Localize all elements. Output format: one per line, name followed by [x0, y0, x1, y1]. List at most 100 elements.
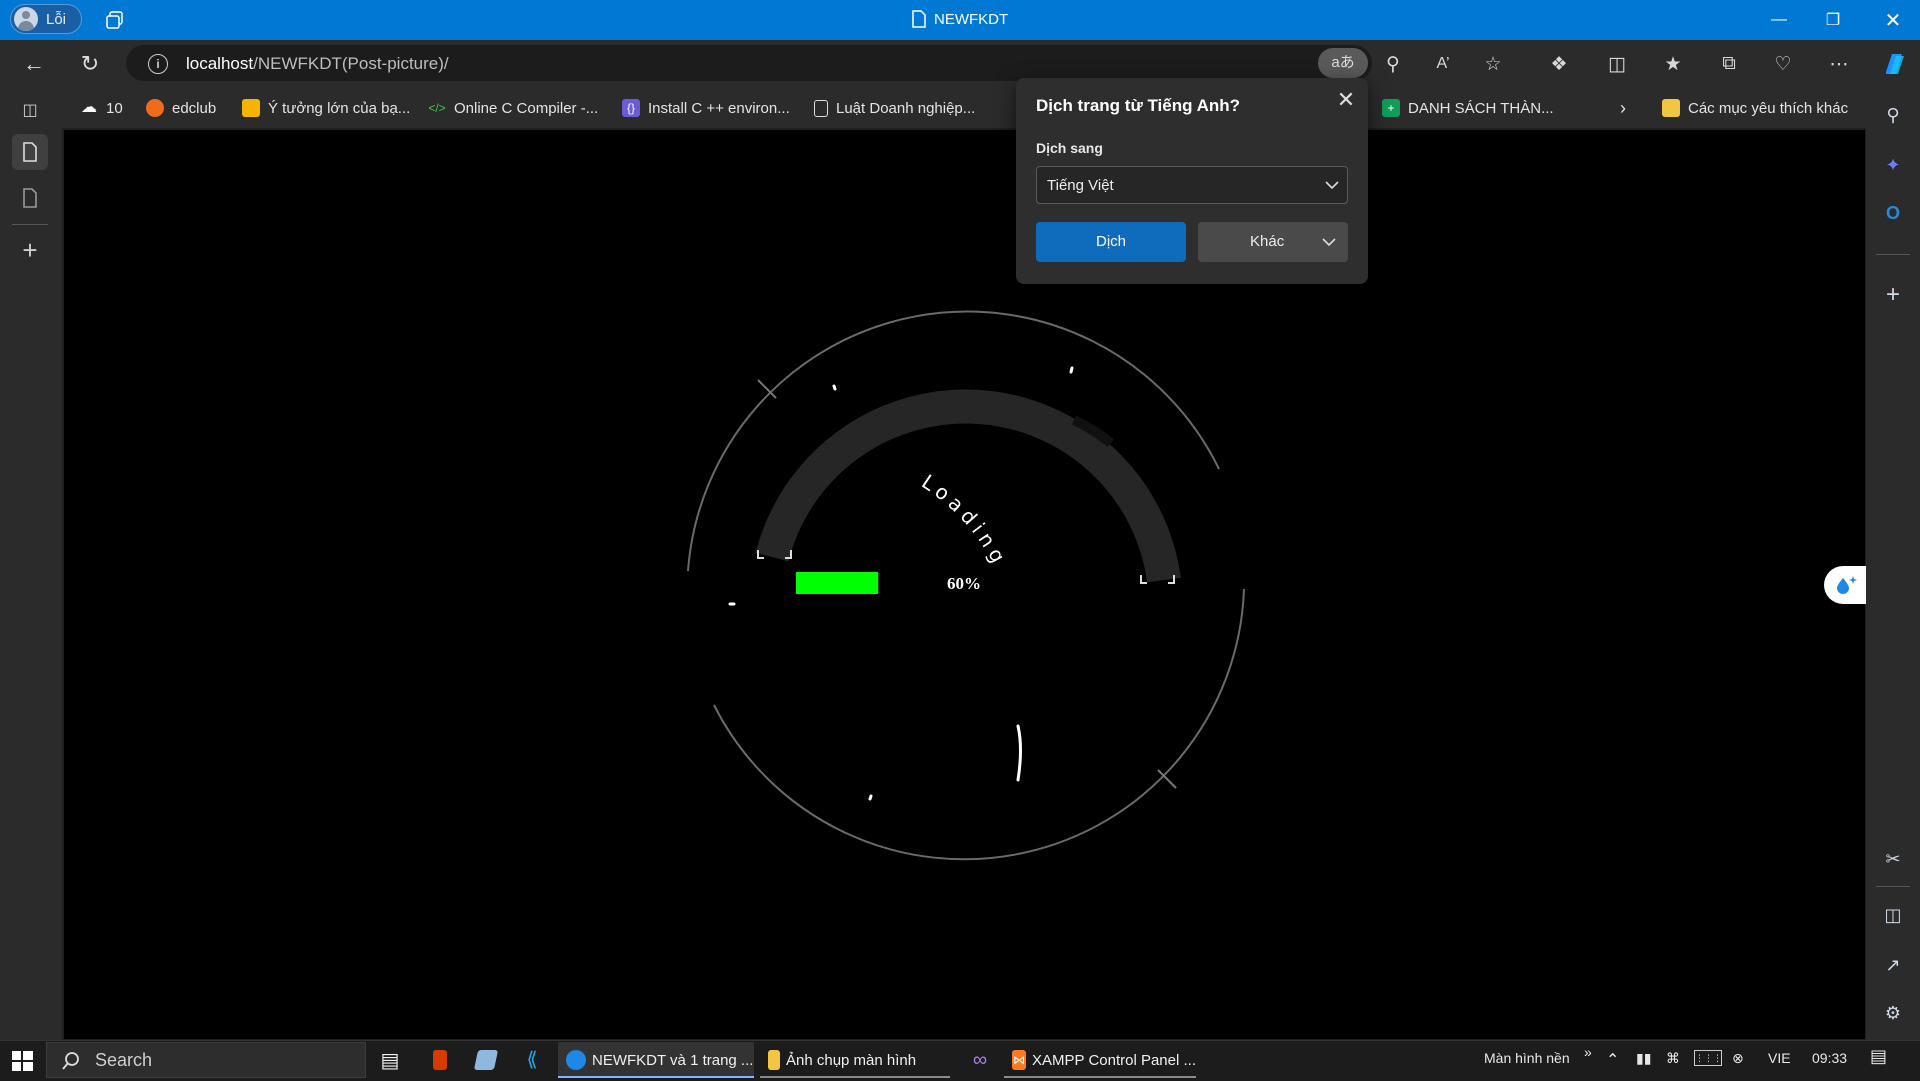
taskbar-app-explorer[interactable]: Ảnh chụp màn hình: [760, 1042, 950, 1078]
favorite-item[interactable]: Các mục yêu thích khác: [1662, 96, 1848, 120]
xampp-icon: ⋈: [1012, 1050, 1027, 1070]
extensions-icon[interactable]: ❖: [1544, 50, 1574, 78]
favorite-label: Install C ++ environ...: [648, 99, 790, 117]
workspaces-icon[interactable]: [104, 9, 126, 31]
settings-gear-icon[interactable]: ⚙: [1876, 996, 1910, 1030]
site-info-icon[interactable]: i: [148, 54, 168, 74]
back-button[interactable]: ←: [16, 48, 52, 80]
taskbar-app-label: Ảnh chụp màn hình: [786, 1051, 917, 1069]
active-tab-page-icon[interactable]: [12, 134, 48, 170]
divider: [1876, 886, 1910, 887]
window-title: NEWFKDT: [912, 10, 1008, 28]
more-menu-icon[interactable]: ⋯: [1824, 50, 1854, 78]
url-text[interactable]: localhost/NEWFKDT(Post-picture)/: [186, 54, 449, 74]
url-host: localhost: [186, 54, 254, 73]
favorites-overflow-chevron-icon[interactable]: ›: [1620, 96, 1626, 120]
open-external-icon[interactable]: ↗: [1876, 948, 1910, 982]
translate-button[interactable]: Dịch: [1036, 222, 1186, 262]
sheets-icon: +: [1382, 99, 1400, 117]
favorite-item[interactable]: edclub: [146, 96, 216, 120]
edclub-icon: [146, 99, 164, 117]
progress-bar: [796, 572, 879, 594]
floating-assistant-button[interactable]: [1824, 566, 1866, 604]
read-aloud-icon[interactable]: A’: [1428, 50, 1458, 78]
zoom-out-icon[interactable]: ⚲: [1378, 50, 1408, 78]
other-options-button[interactable]: Khác: [1198, 222, 1348, 262]
translate-popup-title: Dịch trang từ Tiếng Anh?: [1036, 96, 1241, 115]
keyboard-icon[interactable]: ⋮⋮⋮: [1694, 1050, 1722, 1066]
favorite-label: edclub: [172, 99, 217, 117]
favorite-label: Online C Compiler -...: [454, 99, 599, 117]
favorite-label: DANH SÁCH THÀN...: [1408, 99, 1554, 117]
slides-icon: [242, 99, 260, 117]
favorite-star-icon[interactable]: ☆: [1478, 50, 1508, 78]
wifi-icon[interactable]: ⌘: [1666, 1050, 1680, 1067]
tab-actions-icon[interactable]: ◫: [12, 92, 48, 128]
tray-expand-chevron-icon[interactable]: ⌃: [1606, 1050, 1619, 1070]
favorite-item[interactable]: {} Install C ++ environ...: [622, 96, 790, 120]
battery-icon[interactable]: ▮▮: [1636, 1050, 1651, 1067]
visual-studio-icon[interactable]: ∞: [966, 1042, 994, 1078]
collections-icon[interactable]: ⧉: [1714, 50, 1744, 78]
taskbar-app-edge[interactable]: NEWFKDT và 1 trang ...: [558, 1042, 754, 1078]
search-icon: [62, 1052, 79, 1070]
page-content: Loading 60%: [64, 130, 1865, 1039]
close-window-button[interactable]: ✕: [1866, 0, 1920, 40]
vscode-icon[interactable]: ⟪: [518, 1042, 546, 1078]
active-indicator: [558, 1076, 754, 1078]
refresh-button[interactable]: ↻: [72, 48, 108, 80]
profile-button[interactable]: Lỗi: [10, 4, 82, 34]
taskbar-app-xampp[interactable]: ⋈ XAMPP Control Panel ...: [1004, 1042, 1196, 1078]
minimize-button[interactable]: —: [1752, 0, 1806, 40]
bracket-icon: {}: [622, 99, 640, 117]
target-language-value: Tiếng Việt: [1047, 177, 1114, 194]
favorite-item[interactable]: + DANH SÁCH THÀN...: [1382, 96, 1554, 120]
favorite-item[interactable]: </> Online C Compiler -...: [428, 96, 598, 120]
page-icon: [912, 10, 926, 28]
task-view-icon[interactable]: ▤: [376, 1042, 404, 1078]
windows-start-icon[interactable]: [8, 1044, 38, 1076]
rotating-stroke: [1016, 724, 1022, 782]
new-tab-plus-icon[interactable]: +: [12, 232, 48, 268]
notifications-icon[interactable]: ▤: [1870, 1046, 1887, 1067]
favorite-item[interactable]: Ý tưởng lớn của bạ...: [242, 96, 410, 120]
loader-graphic: Loading 60%: [687, 310, 1245, 861]
screenshot-icon[interactable]: ✂: [1876, 842, 1910, 876]
add-sidebar-app-icon[interactable]: +: [1876, 278, 1910, 312]
favorite-item[interactable]: Luật Doanh nghiệp...: [814, 96, 975, 120]
desktop-label[interactable]: Màn hình nền: [1484, 1050, 1570, 1066]
tab-page-icon[interactable]: [12, 180, 48, 216]
outlook-icon[interactable]: O: [1876, 196, 1910, 230]
office-icon[interactable]: [426, 1042, 454, 1078]
restore-button[interactable]: ❐: [1806, 0, 1860, 40]
search-icon[interactable]: ⚲: [1876, 98, 1910, 132]
taskbar-search-input[interactable]: Search: [46, 1042, 366, 1078]
target-language-select[interactable]: Tiếng Việt: [1036, 166, 1348, 204]
favorite-label: Luật Doanh nghiệp...: [836, 99, 976, 117]
toolbar-overflow-icon[interactable]: »: [1584, 1044, 1592, 1060]
close-icon[interactable]: ✕: [1334, 88, 1358, 112]
chevron-down-icon: [1322, 238, 1336, 247]
language-indicator[interactable]: VIE: [1768, 1050, 1791, 1066]
avatar: [14, 7, 38, 31]
copilot-sidebar-icon[interactable]: ✦: [1876, 148, 1910, 182]
url-path: /NEWFKDT(Post-picture)/: [253, 54, 449, 73]
favorite-item[interactable]: ☁ 10: [80, 96, 123, 120]
progress-label: 60%: [947, 574, 981, 593]
clock[interactable]: 09:33: [1812, 1050, 1847, 1066]
favorite-label: Các mục yêu thích khác: [1688, 99, 1849, 117]
translate-icon[interactable]: aあ: [1318, 48, 1368, 78]
search-placeholder: Search: [95, 1050, 153, 1070]
browser-essentials-icon[interactable]: ♡: [1768, 50, 1798, 78]
sparkle-icon: [1837, 576, 1857, 594]
muted-icon[interactable]: ⊗: [1732, 1050, 1744, 1067]
active-indicator: [760, 1076, 950, 1078]
notes-app-icon[interactable]: [472, 1042, 500, 1078]
edge-icon: [566, 1050, 586, 1070]
split-screen-icon[interactable]: ◫: [1602, 50, 1632, 78]
favorites-icon[interactable]: ★: [1658, 50, 1688, 78]
target-language-label: Dịch sang: [1036, 140, 1103, 156]
hide-sidebar-icon[interactable]: ◫: [1876, 898, 1910, 932]
divider: [1876, 254, 1910, 255]
copilot-icon[interactable]: [1880, 50, 1908, 78]
